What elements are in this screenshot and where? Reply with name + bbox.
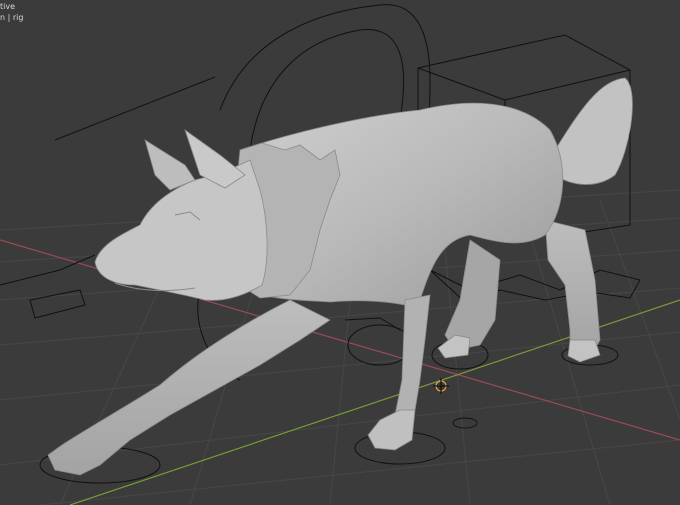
wolf-mesh[interactable] bbox=[47, 77, 633, 476]
viewport-scene[interactable] bbox=[0, 0, 680, 505]
3d-cursor[interactable] bbox=[433, 378, 449, 394]
active-object-label: n | rig bbox=[0, 13, 24, 22]
viewport-mode-label: tive bbox=[0, 2, 16, 11]
3d-viewport[interactable]: tive n | rig bbox=[0, 0, 680, 505]
